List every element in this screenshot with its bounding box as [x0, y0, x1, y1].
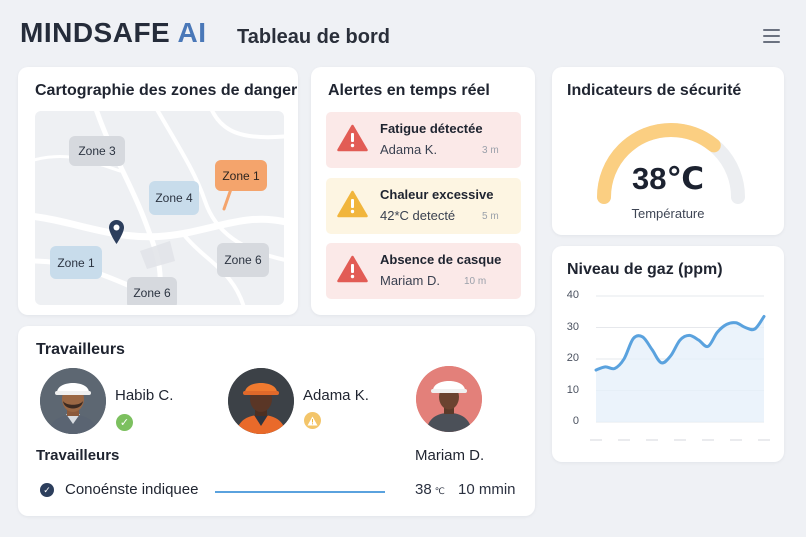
workers-card: Travailleurs Habib C. ✓ Adama K. Mariam … [18, 326, 535, 516]
gas-data-point[interactable] [744, 326, 747, 329]
danger-zones-card: Cartographie des zones de danger Zone 3 … [18, 67, 298, 315]
danger-zones-title: Cartographie des zones de danger [35, 82, 298, 99]
gas-line-chart[interactable] [552, 246, 784, 462]
zone-6-bottom-label[interactable]: Zone 6 [127, 277, 177, 305]
danger-warning-icon [337, 124, 368, 152]
avatar-adama[interactable] [228, 368, 294, 434]
gas-data-point[interactable] [735, 321, 738, 324]
temp-value: 38 [415, 481, 432, 498]
gas-data-point[interactable] [651, 348, 654, 351]
danger-warning-icon [337, 255, 368, 283]
zone-pointer-icon [222, 189, 233, 211]
realtime-alerts-card: Alertes en temps réel Fatigue détectée A… [311, 67, 535, 315]
worker-row-label: Conoénste indiquee [65, 481, 199, 498]
alert-helmet[interactable]: Absence de casque Mariam D. 10 m [326, 243, 521, 299]
app-header: MINDSAFE AI Tableau de bord [0, 0, 806, 66]
gas-data-point[interactable] [641, 335, 644, 338]
alert-time: 10 m [464, 276, 487, 287]
gas-data-point[interactable] [716, 331, 719, 334]
worker-avatar-icon [416, 366, 482, 432]
avatar-habib[interactable] [40, 368, 106, 434]
worker-name: Mariam D. [415, 447, 485, 464]
brand-logo[interactable]: MINDSAFE AI [20, 17, 206, 49]
gas-data-point[interactable] [604, 365, 607, 368]
alert-fatigue[interactable]: Fatigue détectée Adama K. 3 m [326, 112, 521, 168]
temperature-label: Température [631, 206, 705, 221]
gas-data-point[interactable] [660, 361, 663, 364]
gas-data-point[interactable] [613, 367, 616, 370]
gas-data-point[interactable] [679, 339, 682, 342]
gas-data-point[interactable] [632, 337, 635, 340]
worker-avatar-icon [228, 368, 294, 434]
worker-name: Habib C. [115, 387, 174, 404]
workers-title: Travailleurs [36, 341, 125, 358]
gas-data-point[interactable] [688, 334, 691, 337]
alert-subtitle: Adama K. [380, 142, 438, 157]
zone-1-hazard-label[interactable]: Zone 1 [215, 160, 267, 191]
zone-1-label[interactable]: Zone 1 [50, 246, 102, 279]
temp-unit: ℃ [434, 486, 445, 496]
alert-title: Chaleur excessive [380, 187, 494, 202]
gas-data-point[interactable] [669, 354, 672, 357]
page-title: Tableau de bord [237, 26, 390, 48]
danger-zones-map[interactable]: Zone 3 Zone 4 Zone 1 Zone 1 Zone 6 Zone … [35, 111, 284, 305]
gas-data-point[interactable] [697, 339, 700, 342]
gas-data-point[interactable] [707, 345, 710, 348]
alert-title: Fatigue détectée [380, 121, 483, 136]
worker-row-duration: 10 mmin [458, 481, 516, 498]
workers-subtitle: Travailleurs [36, 447, 120, 464]
gas-level-card: Niveau de gaz (ppm) 40 30 20 10 0 [552, 246, 784, 462]
caution-warning-icon [337, 190, 368, 218]
zone-3-label[interactable]: Zone 3 [69, 136, 125, 166]
alerts-title: Alertes en temps réel [328, 82, 490, 99]
brand-ai: AI [177, 17, 207, 48]
alert-title: Absence de casque [380, 252, 502, 267]
worker-row-temp: 38 ℃ [415, 481, 445, 498]
worker-name: Adama K. [303, 387, 369, 404]
gas-data-point[interactable] [753, 328, 756, 331]
alert-subtitle: 42*C detecté [380, 208, 456, 223]
temperature-value: 38℃ [631, 161, 705, 196]
gas-data-point[interactable] [725, 323, 728, 326]
zone-4-label[interactable]: Zone 4 [149, 181, 199, 215]
progress-line [215, 491, 385, 493]
alert-heat[interactable]: Chaleur excessive 42*C detecté 5 m [326, 178, 521, 234]
status-ok-icon: ✓ [116, 414, 133, 431]
alert-time: 5 m [482, 211, 499, 222]
check-circle-icon[interactable]: ✓ [40, 483, 54, 497]
gas-area-fill [596, 316, 764, 422]
safety-indicators-card: Indicateurs de sécurité 38℃ Température [552, 67, 784, 235]
location-pin-icon[interactable] [108, 219, 125, 245]
alert-subtitle: Mariam D. [380, 273, 440, 288]
status-warning-icon [304, 412, 321, 429]
gas-data-point[interactable] [763, 315, 766, 318]
avatar-mariam[interactable] [416, 366, 482, 432]
alert-time: 3 m [482, 145, 499, 156]
brand-name: MINDSAFE [20, 17, 171, 48]
gas-data-point[interactable] [595, 369, 598, 372]
hamburger-menu-icon[interactable] [763, 29, 780, 43]
worker-avatar-icon [40, 368, 106, 434]
gas-data-point[interactable] [623, 358, 626, 361]
zone-6-label[interactable]: Zone 6 [217, 243, 269, 277]
